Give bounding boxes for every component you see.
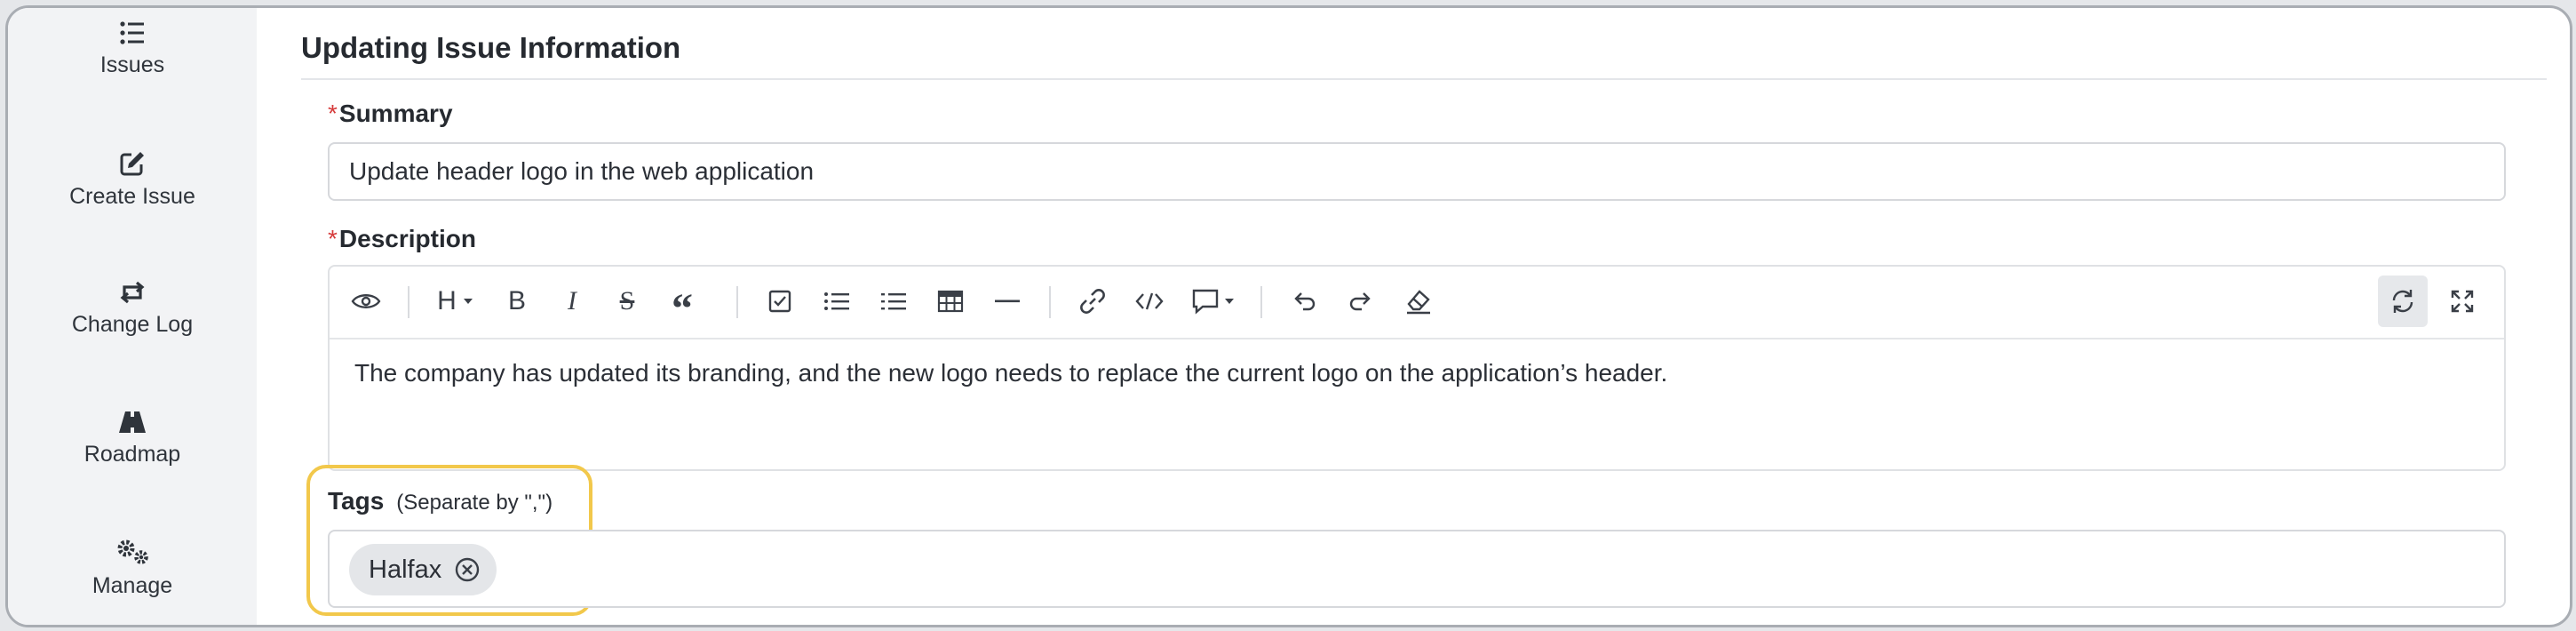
italic-label: I <box>568 286 576 316</box>
required-marker: * <box>328 100 338 127</box>
italic-button[interactable]: I <box>552 281 592 322</box>
sync-icon <box>2392 290 2413 313</box>
list-icon <box>120 21 144 44</box>
sidebar-item-roadmap[interactable]: Roadmap <box>8 410 257 467</box>
sidebar-item-issues[interactable]: Issues <box>8 20 257 78</box>
road-icon <box>119 411 146 433</box>
toolbar-separator <box>408 286 409 318</box>
table-button[interactable] <box>930 281 971 322</box>
sidebar-item-label: Create Issue <box>69 184 195 209</box>
checkbox-icon <box>768 290 791 313</box>
tag-label: Halfax <box>369 555 442 584</box>
code-button[interactable] <box>1129 281 1170 322</box>
fullscreen-button[interactable] <box>2442 281 2483 322</box>
undo-button[interactable] <box>1284 281 1324 322</box>
summary-input[interactable] <box>328 142 2506 201</box>
divider <box>301 78 2547 80</box>
caret-down-icon <box>1225 299 1234 304</box>
horizontal-rule-button[interactable] <box>987 281 1028 322</box>
bullet-list-button[interactable] <box>816 281 857 322</box>
undo-icon <box>1294 292 1316 311</box>
main-content: Updating Issue Information *Summary *Des… <box>257 8 2570 625</box>
required-marker: * <box>328 225 338 252</box>
bold-label: B <box>507 286 526 316</box>
quote-label: “ <box>672 285 693 332</box>
summary-label-text: Summary <box>338 100 453 127</box>
edit-icon <box>120 152 144 176</box>
redo-icon <box>1349 292 1371 311</box>
sidebar: Issues Create Issue Change Log Roadmap M… <box>8 8 257 625</box>
table-icon <box>937 290 964 313</box>
tag-chip: Halfax <box>349 544 497 595</box>
redo-button[interactable] <box>1340 281 1381 322</box>
caret-down-icon <box>463 299 473 304</box>
strikethrough-label: S <box>619 286 635 316</box>
sidebar-item-label: Manage <box>91 573 173 598</box>
ordered-list-icon <box>881 293 906 310</box>
page-title: Updating Issue Information <box>301 31 681 64</box>
app-window: Issues Create Issue Change Log Roadmap M… <box>5 5 2572 627</box>
comment-icon <box>1192 289 1219 315</box>
close-circle-icon <box>456 557 480 582</box>
description-label: *Description <box>328 225 476 253</box>
numbered-list-button[interactable] <box>873 281 914 322</box>
sidebar-item-change-log[interactable]: Change Log <box>8 280 257 338</box>
task-list-button[interactable] <box>759 281 800 322</box>
link-button[interactable] <box>1072 281 1113 322</box>
eraser-icon <box>1407 290 1430 315</box>
sidebar-item-create-issue[interactable]: Create Issue <box>8 150 257 210</box>
toolbar-separator <box>1260 286 1262 318</box>
tags-hint: (Separate by ",") <box>396 491 553 515</box>
bold-button[interactable]: B <box>497 281 537 322</box>
description-label-text: Description <box>338 225 476 252</box>
tags-label: Tags (Separate by ",") <box>328 487 553 515</box>
gears-icon <box>117 539 148 564</box>
heading-button[interactable]: H <box>429 281 482 322</box>
link-icon <box>1080 289 1105 314</box>
description-editor[interactable]: The company has updated its branding, an… <box>354 355 2479 391</box>
eye-icon <box>351 294 381 308</box>
strikethrough-button[interactable]: S <box>607 281 648 322</box>
bullet-list-icon <box>824 292 849 310</box>
toolbar-separator <box>1049 286 1051 318</box>
sidebar-item-manage[interactable]: Manage <box>8 538 257 599</box>
tags-input[interactable]: Halfax <box>328 530 2506 608</box>
remove-tag-button[interactable] <box>454 556 481 583</box>
markdown-editor: H B I S “ The company has updated its br… <box>328 265 2506 471</box>
heading-label: H <box>437 286 457 316</box>
preview-button[interactable] <box>346 281 386 322</box>
sidebar-item-label: Change Log <box>71 312 194 337</box>
code-icon <box>1135 292 1164 310</box>
toolbar-separator <box>736 286 738 318</box>
swap-icon <box>120 281 145 304</box>
sync-scroll-button[interactable] <box>2378 276 2428 327</box>
sidebar-item-label: Issues <box>99 52 165 77</box>
editor-toolbar: H B I S “ <box>330 267 2504 339</box>
sidebar-item-label: Roadmap <box>83 442 181 467</box>
tags-label-text: Tags <box>328 487 385 515</box>
summary-label: *Summary <box>328 100 453 128</box>
clear-format-button[interactable] <box>1397 281 1438 322</box>
expand-icon <box>2451 290 2474 313</box>
horizontal-rule-icon <box>995 300 1020 303</box>
comment-button[interactable] <box>1184 281 1243 322</box>
quote-button[interactable]: “ <box>662 281 703 331</box>
